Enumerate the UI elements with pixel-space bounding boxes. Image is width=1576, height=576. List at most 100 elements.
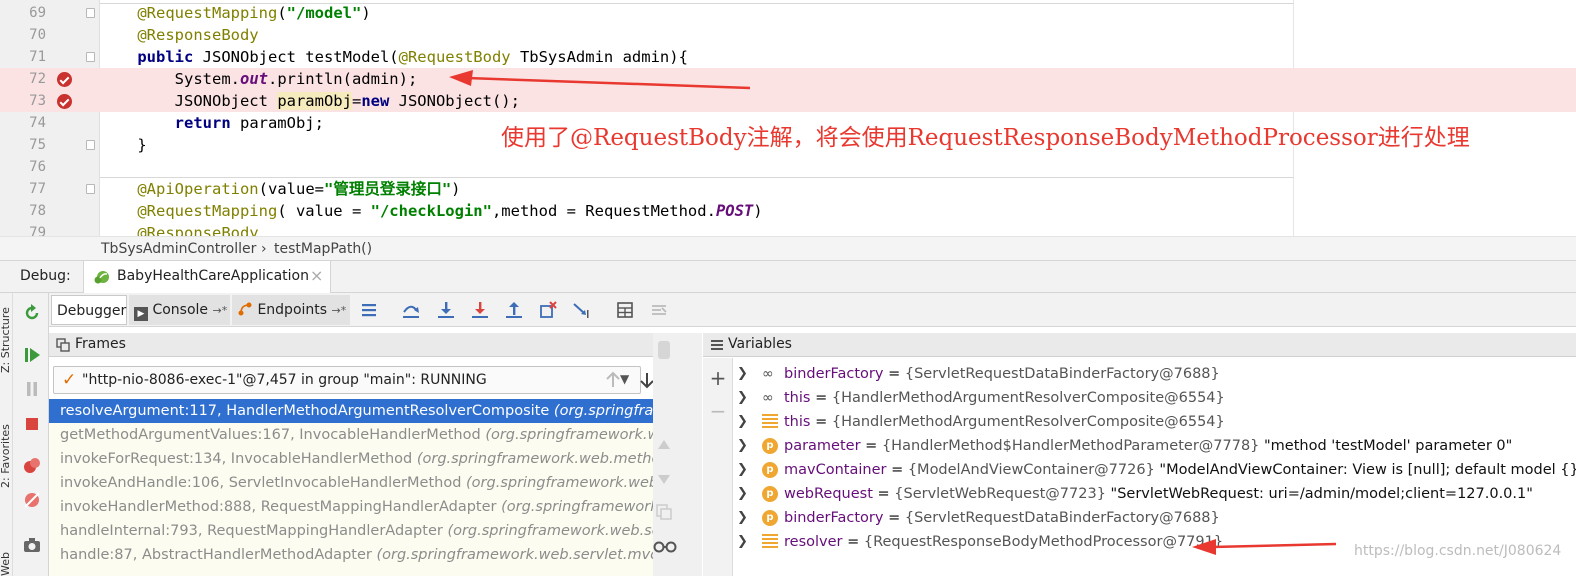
code-line[interactable]: 73 JSONObject paramObj=new JSONObject(); xyxy=(0,90,1576,112)
frame-row[interactable]: invokeForRequest:134, InvocableHandlerMe… xyxy=(49,447,702,471)
copy-icon[interactable] xyxy=(655,503,673,521)
up-arrow-icon[interactable] xyxy=(655,437,673,453)
menu-icon[interactable] xyxy=(359,300,379,320)
line-number[interactable]: 69 xyxy=(16,2,46,24)
line-number[interactable]: 70 xyxy=(16,24,46,46)
step-into-icon[interactable] xyxy=(436,300,456,320)
structure-stripe-label[interactable]: Z: Structure xyxy=(0,307,12,373)
frame-row[interactable]: handleInternal:793, RequestMappingHandle… xyxy=(49,519,702,543)
tab-debugger[interactable]: Debugger xyxy=(51,295,127,325)
frame-row[interactable]: invokeHandlerMethod:888, RequestMappingH… xyxy=(49,495,702,519)
glasses-icon[interactable] xyxy=(653,540,677,554)
stop-icon[interactable] xyxy=(23,415,41,433)
rerun-icon[interactable] xyxy=(23,304,41,322)
previous-frame-icon[interactable] xyxy=(602,369,624,391)
frame-row[interactable]: getMethodArgumentValues:167, InvocableHa… xyxy=(49,423,702,447)
pin-icon[interactable]: →* xyxy=(212,304,227,317)
tab-endpoints[interactable]: Endpoints →* xyxy=(232,295,350,325)
scroll-thumb[interactable] xyxy=(658,341,670,359)
expand-chevron-icon[interactable]: ❯ xyxy=(737,434,748,458)
frame-row[interactable]: handle:87, AbstractHandlerMethodAdapter … xyxy=(49,543,702,567)
expand-chevron-icon[interactable]: ❯ xyxy=(737,482,748,506)
pause-icon[interactable] xyxy=(23,380,41,398)
breakpoint-icon[interactable] xyxy=(57,72,72,87)
line-number[interactable]: 76 xyxy=(16,156,46,178)
fold-marker-icon[interactable] xyxy=(86,52,95,62)
drop-frame-icon[interactable] xyxy=(538,300,558,320)
tab-console[interactable]: ▶ Console →* xyxy=(129,295,230,325)
fold-marker-icon[interactable] xyxy=(86,8,95,18)
variable-row[interactable]: ❯ p webRequest = {ServletWebRequest@7723} … xyxy=(733,482,1576,506)
breadcrumb-method[interactable]: testMapPath() xyxy=(274,237,372,261)
code-line[interactable]: 71 public JSONObject testModel(@RequestB… xyxy=(0,46,1576,68)
fold-marker-icon[interactable] xyxy=(86,184,95,194)
expand-chevron-icon[interactable]: ❯ xyxy=(737,458,748,482)
code-line[interactable]: 78 @RequestMapping( value = "/checkLogin… xyxy=(0,200,1576,222)
line-number[interactable]: 79 xyxy=(16,222,46,236)
line-number[interactable]: 73 xyxy=(16,90,46,112)
variable-row[interactable]: ❯ ∞ this = {HandlerMethodArgumentResolverC… xyxy=(733,386,1576,410)
code-line[interactable]: 77 @ApiOperation(value="管理员登录接口") xyxy=(0,178,1576,200)
variable-type: {ServletWebRequest@7723} xyxy=(894,486,1106,502)
variable-eq: = xyxy=(815,414,828,430)
variable-text: mavContainer = {ModelAndViewContainer@77… xyxy=(784,458,1576,482)
variable-eq: = xyxy=(865,438,878,454)
add-watch-icon[interactable]: + xyxy=(709,368,727,388)
pin-icon[interactable]: →* xyxy=(332,304,347,317)
code-line[interactable]: 70 @ResponseBody xyxy=(0,24,1576,46)
step-out-icon[interactable] xyxy=(504,300,524,320)
expand-chevron-icon[interactable]: ❯ xyxy=(737,410,748,434)
force-step-into-icon[interactable] xyxy=(470,300,490,320)
variable-row[interactable]: ❯ p parameter = {HandlerMethod$HandlerMeth… xyxy=(733,434,1576,458)
code-line[interactable]: 79 @ResponseBody xyxy=(0,222,1576,236)
run-to-cursor-icon[interactable] xyxy=(572,300,592,320)
left-tool-stripe: Z: Structure 2: Favorites Web xyxy=(0,293,13,576)
variable-row[interactable]: ❯ p binderFactory = {ServletRequestDataBin… xyxy=(733,506,1576,530)
line-number[interactable]: 77 xyxy=(16,178,46,200)
expand-chevron-icon[interactable]: ❯ xyxy=(737,362,748,386)
line-number[interactable]: 74 xyxy=(16,112,46,134)
resume-icon[interactable] xyxy=(23,346,41,364)
close-icon[interactable]: × xyxy=(310,266,323,285)
down-arrow-icon[interactable] xyxy=(655,471,673,487)
breakpoint-icon[interactable] xyxy=(57,94,72,109)
expand-chevron-icon[interactable]: ❯ xyxy=(737,386,748,410)
favorites-stripe-label[interactable]: 2: Favorites xyxy=(0,424,12,488)
frames-scrollbar[interactable] xyxy=(653,333,702,576)
line-number[interactable]: 71 xyxy=(16,46,46,68)
line-number[interactable]: 72 xyxy=(16,68,46,90)
parameter-icon: p xyxy=(762,486,778,502)
frame-row[interactable]: resolveArgument:117, HandlerMethodArgume… xyxy=(49,399,702,423)
line-number[interactable]: 75 xyxy=(16,134,46,156)
frame-row[interactable]: invokeAndHandle:106, ServletInvocableHan… xyxy=(49,471,702,495)
code-editor[interactable]: 69 @RequestMapping("/model") 70 @Response… xyxy=(0,0,1576,236)
web-stripe-label[interactable]: Web xyxy=(0,552,12,576)
variable-row[interactable]: ❯ this = {HandlerMethodArgumentResolverCo… xyxy=(733,410,1576,434)
line-number[interactable]: 78 xyxy=(16,200,46,222)
field-list-icon xyxy=(762,414,778,430)
breadcrumb-class[interactable]: TbSysAdminController xyxy=(101,237,256,261)
camera-icon[interactable] xyxy=(23,536,41,554)
variable-name: webRequest xyxy=(784,486,873,502)
step-over-icon[interactable] xyxy=(401,300,421,320)
expand-chevron-icon[interactable]: ❯ xyxy=(737,506,748,530)
code-line[interactable]: 69 @RequestMapping("/model") xyxy=(0,2,1576,24)
thread-selector[interactable]: ✓ "http-nio-8086-exec-1"@7,457 in group … xyxy=(53,366,641,394)
variable-name: binderFactory xyxy=(784,366,884,382)
variable-text: resolver = {RequestResponseBodyMethodPro… xyxy=(784,530,1223,554)
variable-row[interactable]: ❯ p mavContainer = {ModelAndViewContainer@… xyxy=(733,458,1576,482)
variable-name: this xyxy=(784,414,811,430)
view-breakpoints-icon[interactable] xyxy=(23,457,41,475)
variable-row[interactable]: ❯ ∞ binderFactory = {ServletRequestDataBin… xyxy=(733,362,1576,386)
breadcrumb-separator: › xyxy=(261,241,267,257)
trace-current-stream-icon[interactable] xyxy=(649,300,669,320)
mute-breakpoints-icon[interactable] xyxy=(23,491,41,509)
remove-watch-icon[interactable]: − xyxy=(709,401,727,421)
code-line[interactable]: 72 System.out.println(admin); xyxy=(0,68,1576,90)
code-line[interactable]: 76 xyxy=(0,156,1576,178)
run-config-tab[interactable]: BabyHealthCareApplication × xyxy=(83,261,331,293)
fold-marker-icon[interactable] xyxy=(86,140,95,150)
evaluate-expression-icon[interactable] xyxy=(615,300,635,320)
expand-chevron-icon[interactable]: ❯ xyxy=(737,530,748,554)
